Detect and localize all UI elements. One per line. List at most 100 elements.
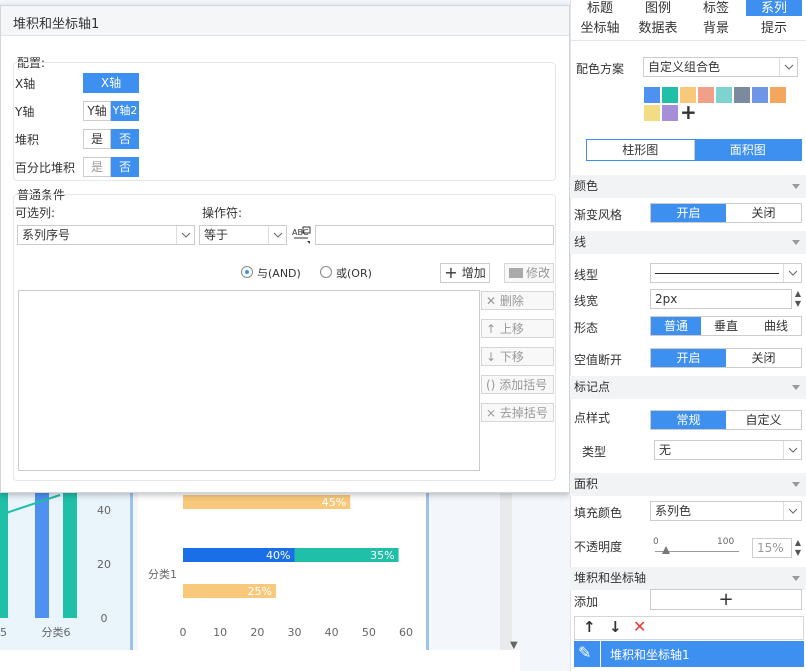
tab-background[interactable]: 背景	[688, 20, 744, 37]
data-label: 45%	[322, 496, 346, 509]
tab-title[interactable]: 标题	[572, 0, 628, 17]
tab-tooltip[interactable]: 提示	[746, 20, 802, 37]
y-axis-option-2[interactable]: Y轴2	[111, 101, 139, 121]
color-scheme-select[interactable]: 自定义组合色	[643, 57, 798, 77]
opacity-slider-handle[interactable]	[662, 546, 670, 554]
tabs-divider	[570, 40, 806, 41]
opacity-input[interactable]: 15%	[752, 538, 792, 558]
stack-yes[interactable]: 是	[83, 129, 111, 149]
null-break-toggle[interactable]: 开启 关闭	[650, 348, 802, 368]
y-axis-option-1[interactable]: Y轴	[83, 101, 111, 121]
stack-axis-section[interactable]: 堆积和坐标轴	[570, 567, 806, 590]
condition-list[interactable]	[18, 290, 480, 471]
percent-stack-no[interactable]: 否	[111, 157, 139, 177]
chart-type-bar[interactable]: 柱形图	[587, 140, 695, 160]
gradient-toggle[interactable]: 开启 关闭	[650, 203, 802, 223]
add-bracket-button[interactable]: () 添加括号	[481, 375, 554, 394]
color-swatch[interactable]	[662, 87, 678, 103]
remove-bracket-label: 去掉括号	[499, 406, 548, 420]
arrow-up-icon[interactable]: ↑	[583, 618, 596, 636]
modify-icon	[509, 268, 523, 278]
point-style-custom[interactable]: 自定义	[726, 411, 801, 429]
modify-label: 修改	[526, 266, 551, 280]
line-width-spinner[interactable]: ▲ ▼	[792, 289, 804, 309]
data-label: 25%	[247, 585, 271, 598]
fill-color-label: 填充颜色	[574, 506, 623, 520]
color-swatch[interactable]	[698, 87, 714, 103]
operator-select[interactable]: 等于	[199, 225, 287, 245]
opacity-label: 不透明度	[574, 540, 623, 554]
edit-icon[interactable]: ✎	[578, 643, 591, 662]
and-radio[interactable]	[241, 266, 253, 278]
tab-series[interactable]: 系列	[746, 0, 802, 17]
move-down-button[interactable]: ↓ 下移	[481, 347, 554, 366]
color-swatch[interactable]	[644, 105, 660, 121]
null-break-on[interactable]: 开启	[651, 349, 726, 367]
value-input[interactable]	[315, 225, 554, 245]
shape-toggle[interactable]: 普通 垂直 曲线	[650, 316, 802, 336]
stack-label: 堆积	[15, 133, 40, 147]
move-down-label: 下移	[499, 350, 524, 364]
collapse-icon	[792, 385, 800, 390]
chevron-down-icon	[779, 58, 797, 76]
scroll-down-icon[interactable]: ▼	[510, 640, 526, 656]
tab-label[interactable]: 标签	[688, 0, 744, 17]
dialog-header: 堆积和坐标轴1	[1, 6, 569, 36]
gradient-on[interactable]: 开启	[651, 204, 726, 222]
data-label: 40%	[266, 549, 290, 562]
shape-curve[interactable]: 曲线	[751, 317, 801, 335]
arrow-down-icon: ↓	[486, 350, 500, 364]
opacity-spinner[interactable]: ▲ ▼	[792, 538, 804, 558]
color-swatch[interactable]	[644, 87, 660, 103]
fill-color-select[interactable]: 系列色	[650, 501, 802, 521]
delete-icon[interactable]: ✕	[633, 617, 646, 636]
column-select[interactable]: 系列序号	[17, 225, 195, 245]
line-width-input[interactable]: 2px	[650, 289, 792, 309]
remove-bracket-button[interactable]: ⨯ 去掉括号	[481, 403, 554, 422]
area-section[interactable]: 面积	[570, 473, 806, 496]
delete-label: 删除	[499, 294, 524, 308]
chart-type-area[interactable]: 面积图	[694, 140, 801, 160]
add-condition-button[interactable]: + 增加	[440, 263, 490, 283]
marker-section[interactable]: 标记点	[570, 376, 806, 399]
line-section[interactable]: 线	[570, 231, 806, 254]
collapse-icon	[792, 240, 800, 245]
x-axis-button[interactable]: X轴	[83, 73, 139, 93]
delete-button[interactable]: ✕ 删除	[481, 291, 554, 310]
move-up-button[interactable]: ↑ 上移	[481, 319, 554, 338]
stack-axis-section-title: 堆积和坐标轴	[574, 571, 647, 585]
add-stack-axis-button[interactable]: +	[650, 589, 802, 610]
move-up-label: 上移	[499, 322, 524, 336]
color-swatches[interactable]	[644, 87, 790, 123]
plus-icon: +	[718, 589, 734, 610]
stack-no[interactable]: 否	[111, 129, 139, 149]
arrow-down-icon[interactable]: ↓	[609, 618, 622, 636]
tab-legend[interactable]: 图例	[630, 0, 686, 17]
add-color-icon[interactable]: +	[680, 102, 697, 122]
formula-icon[interactable]: ABC	[291, 225, 313, 245]
color-swatch[interactable]	[716, 87, 732, 103]
color-swatch[interactable]	[734, 87, 750, 103]
gradient-off[interactable]: 关闭	[726, 204, 801, 222]
color-swatch[interactable]	[770, 87, 786, 103]
line-type-select[interactable]	[650, 263, 802, 283]
modify-button[interactable]: 修改	[504, 263, 554, 283]
marker-type-select[interactable]: 无	[654, 440, 802, 460]
point-style-toggle[interactable]: 常规 自定义	[650, 410, 802, 430]
or-radio[interactable]	[320, 266, 332, 278]
shape-vertical[interactable]: 垂直	[701, 317, 751, 335]
color-section[interactable]: 颜色	[570, 175, 806, 198]
stack-axis-list-item[interactable]: ✎ 堆积和坐标轴1	[574, 641, 804, 667]
shape-normal[interactable]: 普通	[651, 317, 701, 335]
add-condition-label: 增加	[461, 266, 486, 280]
y-category-label: 分类1	[148, 567, 177, 581]
tab-axis[interactable]: 坐标轴	[572, 20, 628, 37]
point-style-normal[interactable]: 常规	[651, 411, 726, 429]
percent-stack-yes[interactable]: 是	[83, 157, 111, 177]
point-style-label: 点样式	[574, 411, 611, 425]
x-tick-label: 60	[399, 626, 413, 639]
tab-datatable[interactable]: 数据表	[630, 20, 686, 37]
null-break-off[interactable]: 关闭	[726, 349, 801, 367]
color-swatch[interactable]	[662, 105, 678, 121]
color-swatch[interactable]	[752, 87, 768, 103]
